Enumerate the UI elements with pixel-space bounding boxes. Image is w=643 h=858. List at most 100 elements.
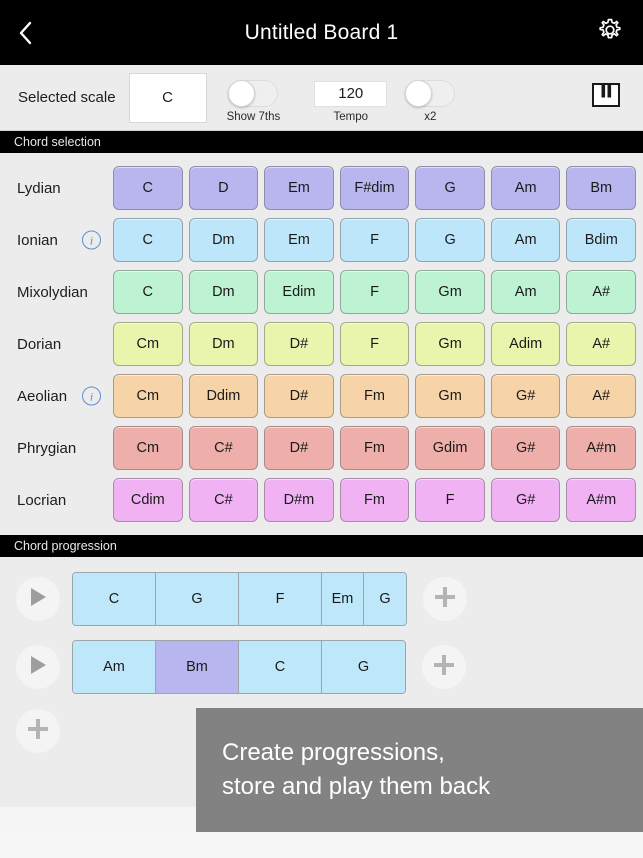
progression-chord-cell[interactable]: G [322, 641, 405, 693]
chord-button[interactable]: D# [264, 374, 334, 418]
chord-button[interactable]: G# [490, 478, 561, 522]
chord-button[interactable]: C [113, 166, 183, 210]
chord-button[interactable]: C# [188, 478, 259, 522]
chord-button[interactable]: Bdim [566, 218, 637, 262]
chord-button[interactable]: D# [264, 322, 334, 366]
chord-button[interactable]: Am [490, 270, 561, 314]
progression-chord-cell[interactable]: F [239, 573, 322, 625]
play-button[interactable] [16, 645, 60, 689]
settings-button[interactable] [595, 18, 625, 48]
chord-button[interactable]: D [188, 166, 259, 210]
plus-icon [25, 716, 51, 747]
piano-button[interactable] [589, 83, 623, 113]
chord-button[interactable]: D# [264, 426, 334, 470]
chord-button[interactable]: C [113, 218, 183, 262]
mode-cell: Mixolydian [0, 284, 113, 301]
mode-label-mixolydian: Mixolydian [17, 283, 88, 301]
play-button[interactable] [16, 577, 60, 621]
play-icon [28, 586, 48, 613]
mode-cell: Dorian [0, 336, 113, 353]
chord-row: Ionian i C Dm Em F G Am Bdim [0, 214, 643, 266]
chord-button[interactable]: Gdim [415, 426, 485, 470]
chord-button[interactable]: F#dim [339, 166, 410, 210]
chord-button[interactable]: Em [264, 166, 334, 210]
x2-toggle[interactable] [405, 80, 456, 107]
chord-button[interactable]: Gm [415, 322, 485, 366]
chord-button[interactable]: Gm [415, 374, 485, 418]
chord-button[interactable]: A#m [566, 478, 637, 522]
mode-cell: Lydian [0, 180, 113, 197]
top-navigation-bar: Untitled Board 1 [0, 0, 643, 65]
chord-button[interactable]: A# [566, 374, 637, 418]
chord-button[interactable]: C [113, 270, 183, 314]
chord-row: Lydian C D Em F#dim G Am Bm [0, 162, 643, 214]
progression-chord-cell[interactable]: G [364, 573, 406, 625]
chord-button[interactable]: Fm [339, 374, 410, 418]
progression-strip: Am Bm C G [72, 640, 406, 694]
chord-button[interactable]: G# [490, 374, 561, 418]
chord-progression-section-header: Chord progression [0, 535, 643, 557]
chord-button[interactable]: A# [566, 322, 637, 366]
chord-row: Locrian Cdim C# D#m Fm F G# A#m [0, 474, 643, 526]
selected-scale-value[interactable]: C [128, 72, 207, 123]
chord-button[interactable]: G# [490, 426, 561, 470]
progression-chord-cell[interactable]: Bm [156, 641, 239, 693]
chord-button[interactable]: Adim [490, 322, 561, 366]
chord-button[interactable]: D#m [264, 478, 334, 522]
chord-button[interactable]: A#m [566, 426, 637, 470]
chord-button[interactable]: Cdim [113, 478, 183, 522]
chord-row: Mixolydian C Dm Edim F Gm Am A# [0, 266, 643, 318]
add-progression-button[interactable] [16, 709, 60, 753]
chord-button[interactable]: A# [566, 270, 637, 314]
chord-button[interactable]: Fm [339, 478, 410, 522]
chord-button-group: C Dm Edim F Gm Am A# [113, 270, 643, 314]
chord-button[interactable]: Am [490, 166, 561, 210]
add-chord-button[interactable] [422, 645, 466, 689]
play-icon [28, 654, 48, 681]
mode-cell: Locrian [0, 492, 113, 509]
chord-button[interactable]: Cm [113, 426, 183, 470]
progression-chord-cell[interactable]: Am [73, 641, 156, 693]
chord-button[interactable]: Gm [415, 270, 485, 314]
chord-button[interactable]: G [415, 218, 485, 262]
chord-button[interactable]: Fm [339, 426, 410, 470]
info-icon[interactable]: i [82, 230, 101, 250]
chord-button[interactable]: Em [264, 218, 334, 262]
chord-button[interactable]: C# [188, 426, 259, 470]
progression-chord-cell[interactable]: Em [322, 573, 364, 625]
back-button[interactable] [18, 13, 52, 53]
gear-icon [596, 16, 624, 49]
chord-button[interactable]: Ddim [188, 374, 259, 418]
chord-button[interactable]: F [339, 218, 410, 262]
plus-icon [431, 652, 457, 683]
chord-button[interactable]: G [415, 166, 485, 210]
chord-button[interactable]: Bm [566, 166, 637, 210]
tutorial-overlay: Create progressions, store and play them… [196, 708, 643, 832]
progression-chord-cell[interactable]: C [239, 641, 322, 693]
chord-button[interactable]: Cm [113, 322, 183, 366]
info-icon[interactable]: i [82, 386, 101, 406]
chord-button-group: C D Em F#dim G Am Bm [113, 166, 643, 210]
show-sevenths-toggle[interactable] [228, 80, 279, 107]
chord-button[interactable]: Edim [264, 270, 334, 314]
mode-label-ionian: Ionian [17, 231, 58, 249]
piano-keys-icon [591, 82, 621, 113]
chord-button-group: Cm C# D# Fm Gdim G# A#m [113, 426, 643, 470]
chord-button[interactable]: Cm [113, 374, 183, 418]
tempo-input[interactable]: 120 [314, 80, 388, 107]
tempo-caption: Tempo [333, 110, 369, 123]
mode-label-locrian: Locrian [17, 491, 67, 509]
chord-button[interactable]: Dm [188, 270, 259, 314]
chord-button[interactable]: F [415, 478, 485, 522]
chord-button[interactable]: Dm [188, 218, 259, 262]
chord-button[interactable]: F [339, 322, 410, 366]
progression-chord-cell[interactable]: C [73, 573, 156, 625]
chord-button[interactable]: F [339, 270, 410, 314]
chord-button-group: Cm Dm D# F Gm Adim A# [113, 322, 643, 366]
chord-button[interactable]: Am [490, 218, 561, 262]
chord-button[interactable]: Dm [188, 322, 259, 366]
chord-selection-grid: Lydian C D Em F#dim G Am Bm Ionian i C Dm Em F G Am Bdim… [0, 153, 643, 535]
mode-cell: Aeolian i [0, 386, 113, 406]
progression-chord-cell[interactable]: G [156, 573, 239, 625]
add-chord-button[interactable] [423, 577, 467, 621]
